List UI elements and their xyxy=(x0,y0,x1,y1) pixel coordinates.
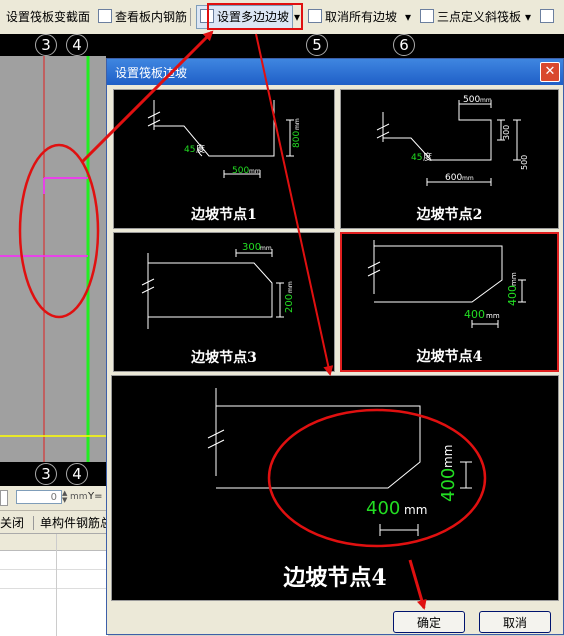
cancel-dropdown-arrow[interactable]: ▾ xyxy=(405,8,411,26)
slope-node-2-option[interactable]: 45 度 500 mm 300 500 600 mm 边坡节点2 xyxy=(340,89,559,229)
node-1-angle-value: 45 xyxy=(184,145,195,155)
node-3-dim-1: 300 xyxy=(242,242,261,253)
view-rebar-icon xyxy=(98,9,112,23)
node-4-unit-1: mm xyxy=(486,312,500,320)
spin-buttons[interactable]: ▲ ▼ xyxy=(62,490,70,504)
y-label: Y= xyxy=(88,491,103,502)
more-tool-icon xyxy=(540,9,554,23)
three-point-slab-label: 三点定义斜筏板 xyxy=(437,10,522,24)
preview-unit-1: mm xyxy=(404,503,427,517)
node-1-unit-2: mm xyxy=(294,118,301,130)
coord-field-stub[interactable] xyxy=(0,490,8,506)
node-1-dim-1: 500 xyxy=(232,166,249,176)
three-point-dropdown-arrow[interactable]: ▾ xyxy=(525,8,531,26)
node-2-dim-1: 500 xyxy=(463,95,480,105)
rebar-total-tab[interactable]: 单构件钢筋总 xyxy=(40,514,108,531)
x-offset-input[interactable]: 0 xyxy=(16,490,62,504)
grid-header xyxy=(0,534,108,551)
preview-label: 边坡节点4 xyxy=(283,565,387,591)
node-2-angle-unit: 度 xyxy=(423,151,432,163)
cancel-all-slopes-button[interactable]: 取消所有边坡 xyxy=(308,8,397,26)
node-4-unit-2: mm xyxy=(510,272,518,286)
preview-dim-1: 400 xyxy=(366,498,400,519)
set-raft-section-button[interactable]: 设置筏板变截面 xyxy=(6,8,90,26)
node-2-dim-2: 300 xyxy=(502,125,511,140)
view-rebar-label: 查看板内钢筋 xyxy=(115,10,188,24)
data-grid xyxy=(0,533,108,636)
slope-node-3-option[interactable]: 300 mm 200 mm 边坡节点3 xyxy=(113,232,335,372)
grid-row[interactable] xyxy=(0,551,108,570)
tab-divider xyxy=(33,516,34,530)
node-2-label: 边坡节点2 xyxy=(416,207,483,223)
three-point-icon xyxy=(420,9,434,23)
dialog-title: 设置筏板边坡 xyxy=(115,66,188,80)
node-3-unit-2: mm xyxy=(287,281,294,293)
slope-preview: 400 mm 400 mm 边坡节点4 xyxy=(111,375,559,601)
axis-label: 3 xyxy=(35,463,57,485)
set-raft-section-label: 设置筏板变截面 xyxy=(6,10,91,24)
highlight-box xyxy=(207,3,303,30)
node-1-label: 边坡节点1 xyxy=(191,207,257,223)
node-3-label: 边坡节点3 xyxy=(191,350,257,366)
node-1-dim-2: 800 xyxy=(292,131,302,148)
view-rebar-button[interactable]: 查看板内钢筋 xyxy=(98,8,187,26)
more-tool-button[interactable] xyxy=(540,8,557,26)
toolbar: 设置筏板变截面 查看板内钢筋 设置多边边坡 ▾ 取消所有边坡 ▾ 三点定义斜筏板… xyxy=(0,0,564,35)
node-2-dim-4: 500 xyxy=(520,155,529,170)
node-1-angle-unit: 度 xyxy=(196,143,205,155)
node-4-dim-1: 400 xyxy=(464,308,485,321)
node-2-angle-value: 45 xyxy=(411,153,422,163)
node-2-unit-3: mm xyxy=(462,175,474,182)
node-2-dim-3: 600 xyxy=(445,173,462,183)
close-button[interactable]: ✕ xyxy=(540,62,560,82)
ok-button[interactable]: 确定 xyxy=(393,611,465,633)
dialog-titlebar[interactable]: 设置筏板边坡 ✕ xyxy=(107,59,563,85)
slope-node-1-option[interactable]: 45 度 500 mm 800 mm 边坡节点1 xyxy=(113,89,335,229)
node-3-unit-1: mm xyxy=(260,245,272,252)
three-point-slab-button[interactable]: 三点定义斜筏板 xyxy=(420,8,521,26)
axis-label: 4 xyxy=(66,463,88,485)
grid-row[interactable] xyxy=(0,570,108,589)
node-3-dim-2: 200 xyxy=(284,294,295,313)
cancel-all-slopes-label: 取消所有边坡 xyxy=(325,10,398,24)
cancel-button[interactable]: 取消 xyxy=(479,611,551,633)
unit-label: mm xyxy=(70,492,88,502)
cancel-slope-icon xyxy=(308,9,322,23)
close-tab[interactable]: 关闭 xyxy=(0,514,32,531)
node-4-label: 边坡节点4 xyxy=(416,349,483,365)
node-1-unit-1: mm xyxy=(249,168,261,175)
coordinate-bar: 0 ▲ ▼ mm Y= xyxy=(0,486,108,511)
properties-panel: 0 ▲ ▼ mm Y= 关闭 单构件钢筋总 xyxy=(0,486,108,636)
node-4-dim-2: 400 xyxy=(506,285,519,306)
preview-unit-2: mm xyxy=(441,445,455,468)
slope-node-4-option[interactable]: 400 mm 400 mm 边坡节点4 xyxy=(340,232,559,372)
slope-dialog: 设置筏板边坡 ✕ 45 度 500 mm 800 mm 边坡节点1 45 度 5… xyxy=(106,58,564,635)
node-2-unit-1: mm xyxy=(480,97,492,104)
toolbar-divider xyxy=(190,8,191,26)
preview-dim-2: 400 xyxy=(438,468,459,502)
